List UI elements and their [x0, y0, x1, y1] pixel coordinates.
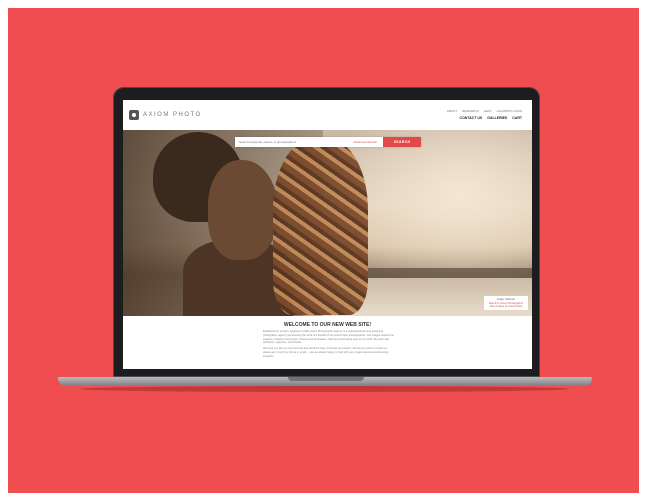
laptop-shadow — [80, 386, 570, 392]
welcome-body: Established in London, England in 1998, … — [263, 330, 395, 360]
site-logo[interactable]: AXIOM PHOTO — [129, 110, 202, 120]
nav-link-contact[interactable]: CONTACT US — [460, 116, 483, 120]
search-bar: Advanced Search SEARCH — [235, 137, 421, 147]
welcome-paragraph: We hope you like our new web site and wi… — [263, 347, 389, 358]
search-input[interactable] — [235, 137, 354, 147]
hero-image: Advanced Search SEARCH Image: Solomon Is… — [123, 130, 532, 316]
secondary-nav: ABOUT RESEARCH HELP LIGHTBOX LOGIN — [447, 109, 522, 113]
logo-icon — [129, 110, 139, 120]
hero-person-face — [208, 160, 278, 260]
welcome-section: WELCOME TO OUR NEW WEB SITE! Established… — [123, 316, 532, 369]
image-caption: Image: Solomon Islands by Axiom Photogra… — [484, 296, 528, 310]
search-button[interactable]: SEARCH — [383, 137, 421, 147]
hero-carved-mask — [273, 140, 368, 315]
laptop-screen: AXIOM PHOTO ABOUT RESEARCH HELP LIGHTBOX… — [123, 100, 532, 369]
nav-link-about[interactable]: ABOUT — [447, 109, 457, 113]
welcome-title: WELCOME TO OUR NEW WEB SITE! — [283, 322, 372, 328]
caption-line-3[interactable]: More images by Axiom Photo — [486, 305, 526, 308]
logo-text: AXIOM PHOTO — [143, 112, 202, 118]
hero-horizon — [363, 268, 532, 278]
site-header: AXIOM PHOTO ABOUT RESEARCH HELP LIGHTBOX… — [123, 100, 532, 131]
nav-link-galleries[interactable]: GALLERIES — [487, 116, 507, 120]
nav-link-help[interactable]: HELP — [484, 109, 492, 113]
advanced-search-link[interactable]: Advanced Search — [353, 140, 377, 144]
laptop-hinge-notch — [288, 377, 364, 381]
nav-link-lightbox-login[interactable]: LIGHTBOX LOGIN — [497, 109, 522, 113]
nav-link-research[interactable]: RESEARCH — [462, 109, 479, 113]
welcome-paragraph: Established in London, England in 1998, … — [263, 330, 394, 345]
nav-link-cart[interactable]: CART — [512, 116, 522, 120]
primary-nav: CONTACT US GALLERIES CART — [460, 116, 522, 120]
